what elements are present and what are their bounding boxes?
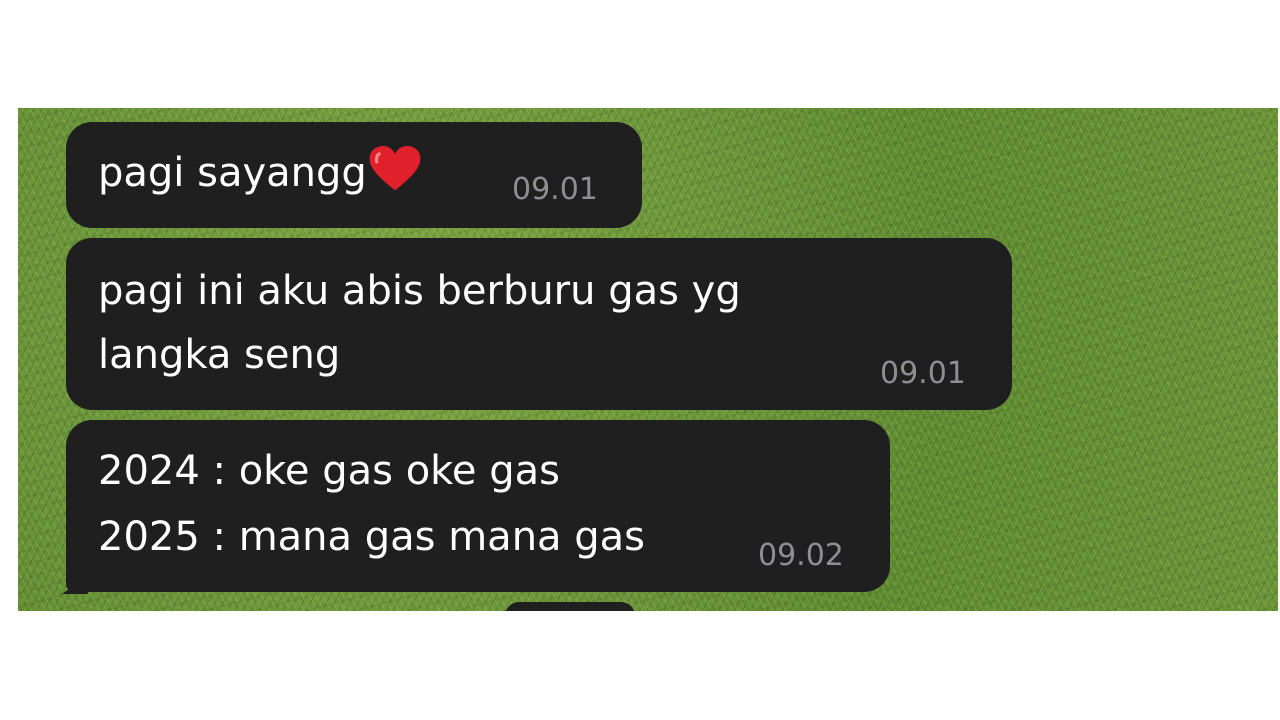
message-1-text: pagi sayangg (98, 150, 367, 196)
message-1-time: 09.01 (512, 172, 598, 207)
message-bubble-2[interactable]: pagi ini aku abis berburu gas yg langka … (66, 238, 1012, 410)
message-3-line-1: 2024 : oke gas oke gas (98, 448, 560, 494)
message-bubble-1[interactable]: pagi sayangg 09.01 (66, 122, 642, 228)
chat-background: pagi sayangg 09.01 pagi ini aku abis ber… (18, 108, 1278, 611)
message-2-line-1: pagi ini aku abis berburu gas yg (98, 268, 741, 314)
message-text: pagi sayangg (98, 142, 421, 204)
partial-message-bubble (505, 602, 635, 611)
screenshot-frame: pagi sayangg 09.01 pagi ini aku abis ber… (0, 0, 1280, 720)
heart-icon (369, 146, 421, 192)
message-3-line-2: 2025 : mana gas mana gas (98, 514, 646, 560)
bubble-tail (61, 570, 88, 594)
message-3-time: 09.02 (758, 538, 844, 573)
message-2-line-2: langka seng (98, 332, 341, 378)
message-bubble-3[interactable]: 2024 : oke gas oke gas 2025 : mana gas m… (66, 420, 890, 592)
message-2-time: 09.01 (880, 356, 966, 391)
